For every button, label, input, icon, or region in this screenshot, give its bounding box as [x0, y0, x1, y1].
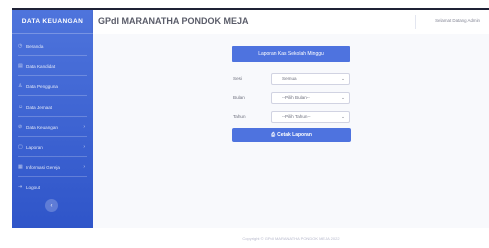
print-report-button[interactable]: ⎙ Cetak Laporan: [232, 128, 351, 142]
chevron-right-icon: ›: [83, 164, 85, 170]
chevron-down-icon: ⌄: [341, 114, 345, 119]
chevron-down-icon: ⌄: [341, 95, 345, 100]
money-icon: ⊘: [18, 124, 23, 130]
sidebar-divider: [18, 176, 87, 177]
sidebar: DATA KEUANGAN ◷ Beranda ▤ Data Kandidat …: [12, 10, 93, 228]
users-icon: ☺: [18, 104, 24, 110]
sidebar-item-data-kandidat[interactable]: ▤ Data Kandidat: [12, 60, 93, 72]
sidebar-item-label: Data Keuangan: [26, 124, 58, 130]
sidebar-item-informasi-gereja[interactable]: ▦ Informasi Gereja ›: [12, 161, 93, 173]
user-icon: ♙: [18, 83, 23, 89]
sidebar-item-label: Data Jemaat: [26, 104, 53, 110]
page-title: GPdI MARANATHA PONDOK MEJA: [98, 16, 249, 26]
logout-icon: ⇥: [18, 184, 23, 190]
sidebar-divider: [18, 156, 87, 157]
sesi-label: Sesi: [233, 76, 242, 81]
sidebar-toggle-button[interactable]: ‹: [45, 199, 58, 212]
sidebar-brand[interactable]: DATA KEUANGAN: [12, 10, 93, 34]
tahun-select[interactable]: --Pilih Tahun-- ⌄: [271, 111, 350, 123]
sidebar-divider: [18, 55, 87, 56]
user-dropdown[interactable]: Selamat Datang Admin: [435, 18, 480, 23]
sidebar-item-logout[interactable]: ⇥ Logout: [12, 181, 93, 193]
sidebar-item-label: Data Kandidat: [26, 63, 56, 69]
sidebar-item-label: Beranda: [26, 43, 44, 49]
sidebar-item-label: Laporan: [26, 144, 43, 150]
sidebar-item-label: Logout: [26, 184, 41, 190]
sidebar-item-beranda[interactable]: ◷ Beranda: [12, 40, 93, 52]
bulan-select-value: --Pilih Bulan--: [282, 95, 310, 100]
form-row-bulan: Bulan --Pilih Bulan-- ⌄: [233, 92, 351, 104]
top-strip: [0, 0, 489, 10]
sidebar-item-data-keuangan[interactable]: ⊘ Data Keuangan ›: [12, 121, 93, 133]
copyright-text: Copyright © GPdI MARANATHA PONDOK MEJA 2…: [242, 235, 340, 241]
bulan-label: Bulan: [233, 95, 245, 100]
sidebar-divider: [18, 136, 87, 137]
form-row-sesi: Sesi Semua ⌄: [233, 73, 351, 85]
chevron-down-icon: ⌄: [341, 76, 345, 81]
chevron-left-icon: ‹: [50, 202, 53, 209]
report-card-header: Laporan Kas Sekolah Minggu: [232, 46, 350, 62]
sesi-select[interactable]: Semua ⌄: [271, 73, 350, 85]
sidebar-divider: [18, 75, 87, 76]
sidebar-divider: [18, 116, 87, 117]
sidebar-item-label: Informasi Gereja: [26, 164, 60, 170]
sidebar-item-label: Data Pengguna: [26, 83, 58, 89]
tahun-select-value: --Pilih Tahun--: [282, 114, 311, 119]
sidebar-item-data-pengguna[interactable]: ♙ Data Pengguna: [12, 80, 93, 92]
tahun-label: Tahun: [233, 114, 246, 119]
print-report-label: Cetak Laporan: [277, 132, 312, 138]
report-icon: ▢: [18, 144, 23, 150]
bulan-select[interactable]: --Pilih Bulan-- ⌄: [271, 92, 350, 104]
table-icon: ▤: [18, 63, 23, 69]
dashboard-icon: ◷: [18, 43, 23, 49]
topbar: GPdI MARANATHA PONDOK MEJA Selamat Datan…: [93, 10, 489, 34]
chevron-right-icon: ›: [83, 124, 85, 130]
footer: Copyright © GPdI MARANATHA PONDOK MEJA 2…: [93, 228, 489, 248]
info-icon: ▦: [18, 164, 23, 170]
form-row-tahun: Tahun --Pilih Tahun-- ⌄: [233, 111, 351, 123]
printer-icon: ⎙: [271, 132, 276, 138]
sesi-select-value: Semua: [282, 76, 297, 81]
chevron-right-icon: ›: [83, 144, 85, 150]
sidebar-item-laporan[interactable]: ▢ Laporan ›: [12, 141, 93, 153]
topbar-divider: [415, 15, 416, 29]
sidebar-divider: [18, 95, 87, 96]
sidebar-item-data-jemaat[interactable]: ☺ Data Jemaat: [12, 101, 93, 113]
